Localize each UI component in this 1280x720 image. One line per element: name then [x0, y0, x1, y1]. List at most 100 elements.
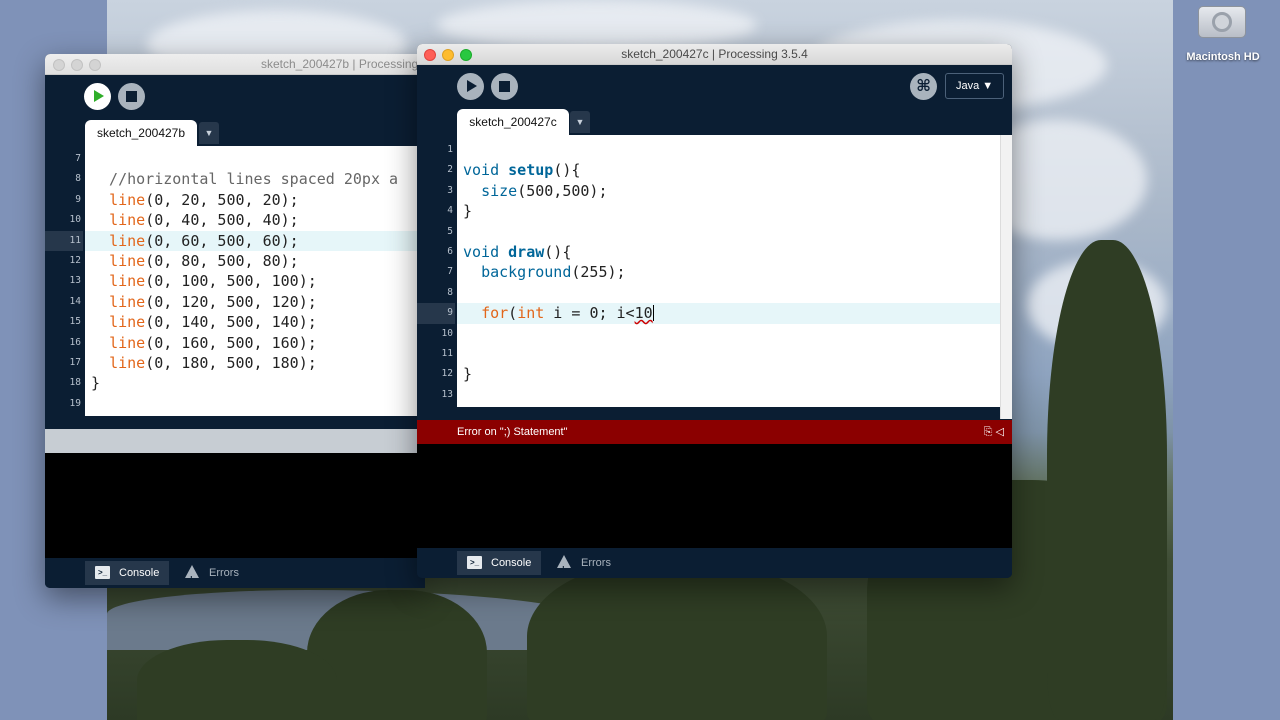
code-function: size [481, 181, 518, 200]
code-function: draw [508, 243, 545, 261]
tab-console-label: Console [119, 567, 160, 579]
code-text: i = [544, 304, 590, 323]
line-number: 5 [447, 225, 453, 237]
code-line: size(500,500); [457, 181, 1000, 201]
line-number-current: 11 [45, 230, 83, 251]
code-line: } [457, 201, 1000, 221]
code-editor[interactable]: //horizontal lines spaced 20px a line(0,… [85, 146, 425, 416]
processing-window-back[interactable]: sketch_200427b | Processing sketch_20042… [45, 54, 425, 588]
line-number: 17 [69, 357, 81, 368]
console-output[interactable] [417, 444, 1012, 548]
code-function: line [109, 333, 146, 352]
window-titlebar[interactable]: sketch_200427c | Processing 3.5.4 [417, 44, 1012, 65]
code-text: ( [508, 304, 518, 323]
error-message: Error on ";) Statement" [457, 426, 568, 438]
code-function: line [109, 252, 146, 270]
editor-scrollbar[interactable] [1000, 135, 1012, 419]
tab-errors[interactable]: ! Errors [175, 561, 249, 585]
tab-menu-button[interactable]: ▼ [199, 122, 219, 144]
play-icon [94, 90, 104, 102]
code-function: line [109, 190, 146, 209]
mode-selector[interactable]: Java ▼ [945, 73, 1005, 99]
line-number: 11 [441, 348, 453, 359]
hard-disk-label[interactable]: Macintosh HD [1173, 51, 1273, 63]
close-button[interactable] [53, 59, 65, 71]
console-icon: >_ [95, 566, 110, 579]
code-line: line(0, 120, 500, 120); [85, 292, 425, 312]
code-comment: //horizontal lines spaced 20px a [91, 170, 399, 189]
code-text: (){ [553, 161, 581, 180]
cloud-shape [437, 0, 757, 50]
window-title: sketch_200427c | Processing 3.5.4 [621, 47, 808, 61]
code-function: line [109, 272, 146, 291]
code-line: background(255); [457, 262, 1000, 282]
code-text: (500,500); [517, 181, 608, 200]
line-number: 8 [447, 286, 453, 298]
tab-sketch[interactable]: sketch_200427b [85, 120, 197, 146]
run-button[interactable] [84, 83, 111, 110]
hard-disk-platter [1212, 12, 1232, 32]
tab-errors[interactable]: ! Errors [547, 551, 621, 575]
stop-button[interactable] [491, 73, 518, 100]
zoom-button[interactable] [460, 49, 472, 61]
line-number: 6 [447, 246, 453, 257]
line-number: 16 [69, 336, 81, 348]
code-brace: } [463, 365, 473, 384]
warning-icon: ! [185, 565, 199, 584]
line-number: 14 [69, 295, 81, 307]
code-line: //horizontal lines spaced 20px a [85, 169, 425, 189]
window-titlebar[interactable]: sketch_200427b | Processing [45, 54, 425, 75]
text-caret [652, 305, 654, 322]
debug-icon[interactable]: ⌘ [910, 73, 937, 100]
code-line: } [457, 364, 1000, 384]
line-number: 3 [447, 184, 453, 196]
console-output[interactable] [45, 453, 425, 558]
stop-icon [126, 91, 137, 102]
minimize-button[interactable] [442, 49, 454, 61]
tab-console[interactable]: >_ Console [457, 551, 542, 575]
tab-errors-label: Errors [581, 557, 611, 569]
code-line: line(0, 40, 500, 40); [85, 210, 425, 230]
code-function: line [109, 292, 146, 311]
code-line: void draw(){ [457, 242, 1000, 262]
status-icons[interactable]: ⎘ ◁ [984, 420, 1004, 444]
stop-button[interactable] [118, 83, 145, 110]
code-line: void setup(){ [457, 160, 1000, 180]
tab-console[interactable]: >_ Console [85, 561, 170, 585]
line-number: 7 [75, 153, 81, 164]
tab-menu-button[interactable]: ▼ [570, 111, 590, 133]
code-keyword: void [463, 243, 500, 261]
code-error-token: 10 [634, 304, 653, 323]
zoom-button[interactable] [89, 59, 101, 71]
code-line: line(0, 80, 500, 80); [85, 251, 425, 271]
line-number: 9 [75, 193, 81, 205]
hard-disk-icon[interactable] [1194, 0, 1250, 42]
run-button[interactable] [457, 73, 484, 100]
tree-shape [137, 640, 337, 720]
code-line: } [85, 373, 425, 393]
code-text: (){ [544, 243, 572, 261]
line-number: 15 [69, 316, 81, 328]
tab-sketch[interactable]: sketch_200427c [457, 109, 569, 135]
code-keyword: for [481, 304, 509, 323]
desktop-background-right [1173, 0, 1280, 720]
status-bar [45, 429, 425, 453]
line-number: 12 [441, 368, 453, 380]
code-keyword: void [463, 161, 500, 180]
code-args: (0, 160, 500, 160); [145, 333, 317, 352]
code-function: line [109, 313, 146, 332]
console-tabbar: >_ Console ! Errors [417, 548, 1012, 578]
line-number: 1 [447, 144, 453, 155]
line-number: 4 [447, 205, 453, 217]
code-function: line [109, 231, 146, 250]
processing-window-front[interactable]: sketch_200427c | Processing 3.5.4 ⌘ Java… [417, 44, 1012, 578]
close-button[interactable] [424, 49, 436, 61]
code-line: line(0, 140, 500, 140); [85, 312, 425, 332]
code-args: (0, 20, 500, 20); [145, 190, 299, 209]
code-type: int [517, 304, 545, 323]
code-args: (0, 180, 500, 180); [145, 354, 317, 372]
code-editor[interactable]: void setup(){ size(500,500); } void draw… [457, 135, 1000, 407]
line-number-gutter: 7 8 9 10 11 12 13 14 15 16 17 18 19 [45, 146, 83, 416]
minimize-button[interactable] [71, 59, 83, 71]
